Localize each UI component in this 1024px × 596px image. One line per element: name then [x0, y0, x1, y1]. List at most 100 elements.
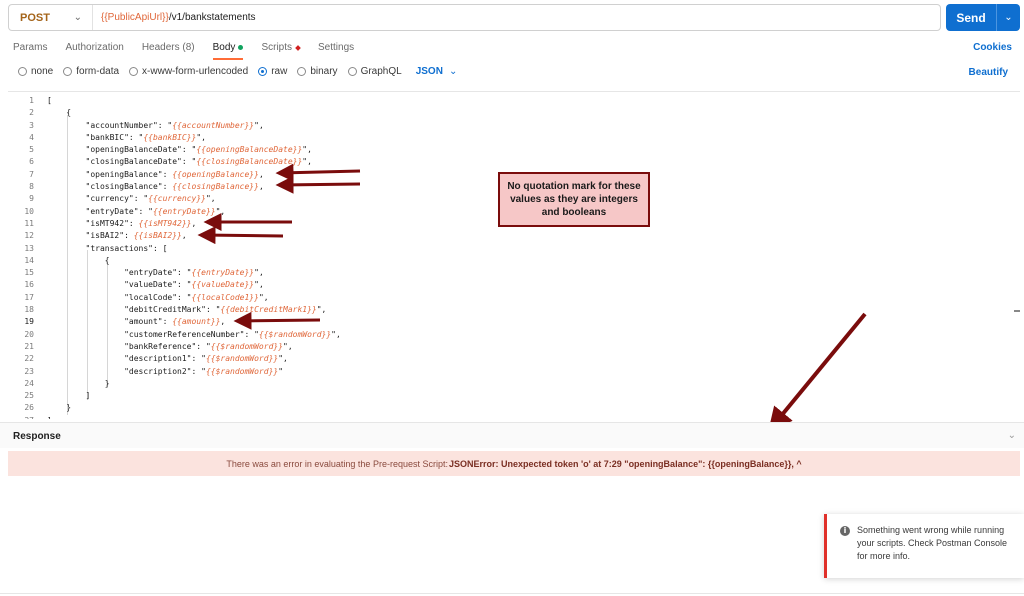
- code-line: "description1": "{{$randomWord}}",: [47, 353, 341, 365]
- url-input[interactable]: {{PublicApiUrl}}/v1/bankstatements: [93, 12, 256, 23]
- code-text: ",: [254, 120, 264, 130]
- code-variable: {{closingBalance}}: [172, 182, 259, 192]
- radio-icon: [129, 67, 139, 76]
- line-number: 17: [24, 292, 34, 302]
- tab-headers[interactable]: Headers (8): [142, 42, 195, 59]
- radio-urlencoded[interactable]: x-www-form-urlencoded: [129, 66, 248, 77]
- radio-graphql[interactable]: GraphQL: [347, 66, 402, 77]
- tab-label: Headers (8): [141, 42, 195, 53]
- code-line: "openingBalance": {{openingBalance}},: [47, 169, 341, 181]
- line-number: 13: [24, 243, 34, 253]
- code-line: {: [47, 107, 341, 119]
- code-text: ",: [331, 329, 341, 339]
- line-number: 14: [24, 255, 34, 265]
- send-button[interactable]: Send ⌄: [946, 4, 1020, 31]
- code-line: [: [47, 95, 341, 107]
- line-number: 19: [24, 317, 34, 327]
- line-number: 2: [29, 108, 34, 118]
- code-text: "accountNumber": ": [47, 120, 173, 130]
- chevron-down-icon[interactable]: ⌄: [996, 4, 1020, 31]
- tab-body[interactable]: Body: [212, 42, 244, 60]
- tab-params[interactable]: Params: [13, 42, 47, 59]
- body-type-selector: none form-data x-www-form-urlencoded raw…: [18, 66, 457, 77]
- radio-icon: [297, 67, 307, 76]
- radio-label: x-www-form-urlencoded: [142, 66, 249, 77]
- code-line: }: [47, 378, 341, 390]
- radio-form-data[interactable]: form-data: [63, 66, 119, 77]
- method-select[interactable]: POST ⌄: [9, 5, 93, 30]
- scrollbar-marker: [1014, 310, 1020, 312]
- request-tabs: Params Authorization Headers (8) Body Sc…: [13, 42, 372, 60]
- code-variable: {{$randomWord}}: [205, 366, 279, 376]
- code-variable: {{openingBalance}}: [172, 169, 259, 179]
- code-text: "valueDate": ": [47, 280, 192, 290]
- code-line: {: [47, 255, 341, 267]
- code-editor[interactable]: 1 2 3 4 5 6 7 8 9 10 11 12 13 14 15 16 17 18 19 20 21 22 23 24 2…: [8, 91, 1020, 419]
- code-text: ,: [191, 218, 197, 228]
- line-number: 7: [29, 169, 34, 179]
- script-error-banner: There was an error in evaluating the Pre…: [8, 451, 1020, 476]
- line-number: 21: [24, 341, 34, 351]
- tab-label: Authorization: [65, 42, 124, 53]
- code-text: "entryDate": ": [47, 268, 192, 278]
- code-variable: {{currency}}: [148, 194, 206, 204]
- annotation-note: No quotation mark for these values as th…: [498, 172, 650, 227]
- code-variable: {{valueDate}}: [191, 280, 255, 290]
- code-text: ,: [258, 182, 264, 192]
- code-line: ]: [47, 390, 341, 402]
- code-text: "transactions": [: [47, 243, 168, 253]
- line-number-gutter: 1 2 3 4 5 6 7 8 9 10 11 12 13 14 15 16 17 18 19 20 21 22 23 24 2…: [8, 95, 34, 419]
- format-label: JSON: [415, 66, 443, 77]
- format-select[interactable]: JSON ⌄: [416, 66, 458, 77]
- code-line: "openingBalanceDate": "{{openingBalanceD…: [47, 144, 341, 156]
- url-path: /v1/bankstatements: [168, 12, 256, 23]
- code-line: "closingBalanceDate": "{{closingBalanceD…: [47, 156, 341, 168]
- response-header[interactable]: Response ⌄: [0, 422, 1024, 448]
- radio-label: form-data: [76, 66, 120, 77]
- code-text: ",: [205, 194, 216, 204]
- code-line: "amount": {{amount}},: [47, 316, 341, 328]
- code-text: ",: [215, 206, 226, 216]
- code-variable: {{$randomWord}}: [210, 341, 284, 351]
- url-variable: {{PublicApiUrl}}: [101, 12, 169, 23]
- chevron-down-icon[interactable]: ⌄: [1008, 430, 1016, 441]
- code-lines: [ { "accountNumber": "{{accountNumber}}"…: [47, 95, 341, 419]
- code-line: "localCode": "{{localCode1}}",: [47, 292, 341, 304]
- radio-binary[interactable]: binary: [297, 66, 338, 77]
- code-text: "debitCreditMark": ": [47, 305, 221, 315]
- code-text: ,: [181, 231, 187, 241]
- cookies-link[interactable]: Cookies: [973, 42, 1012, 53]
- send-label: Send: [956, 10, 986, 25]
- tab-settings[interactable]: Settings: [318, 42, 354, 59]
- line-number: 20: [24, 329, 34, 339]
- code-line: "bankBIC": "{{bankBIC}}",: [47, 132, 341, 144]
- line-number: 6: [29, 157, 34, 167]
- code-variable: {{bankBIC}}: [143, 132, 197, 142]
- tab-scripts[interactable]: Scripts: [261, 42, 301, 59]
- code-line: "bankReference": "{{$randomWord}}",: [47, 341, 341, 353]
- tab-authorization[interactable]: Authorization: [65, 42, 123, 59]
- radio-none[interactable]: none: [18, 66, 53, 77]
- code-line: "isMT942": {{isMT942}},: [47, 218, 341, 230]
- code-variable: {{closingBalanceDate}}: [196, 157, 303, 167]
- code-variable: {{localCode1}}: [191, 292, 259, 302]
- code-line: "entryDate": "{{entryDate}}",: [47, 267, 341, 279]
- tab-label: Settings: [318, 42, 355, 53]
- beautify-button[interactable]: Beautify: [969, 67, 1008, 78]
- line-number: 27: [8, 415, 34, 419]
- code-line: "currency": "{{currency}}",: [47, 193, 341, 205]
- tab-label: Scripts: [261, 42, 292, 53]
- code-text: ",: [283, 341, 293, 351]
- code-text: ",: [302, 157, 312, 167]
- divider: [0, 593, 1024, 594]
- code-text: ]: [47, 391, 91, 401]
- code-line: "valueDate": "{{valueDate}}",: [47, 279, 341, 291]
- code-text: ,: [258, 169, 264, 179]
- code-line: }: [47, 402, 341, 414]
- line-number: 15: [24, 268, 34, 278]
- radio-raw[interactable]: raw: [258, 66, 287, 77]
- code-line: "closingBalance": {{closingBalance}},: [47, 181, 341, 193]
- code-text: "localCode": ": [47, 292, 192, 302]
- code-text: ": [278, 366, 284, 376]
- line-number: 4: [29, 132, 34, 142]
